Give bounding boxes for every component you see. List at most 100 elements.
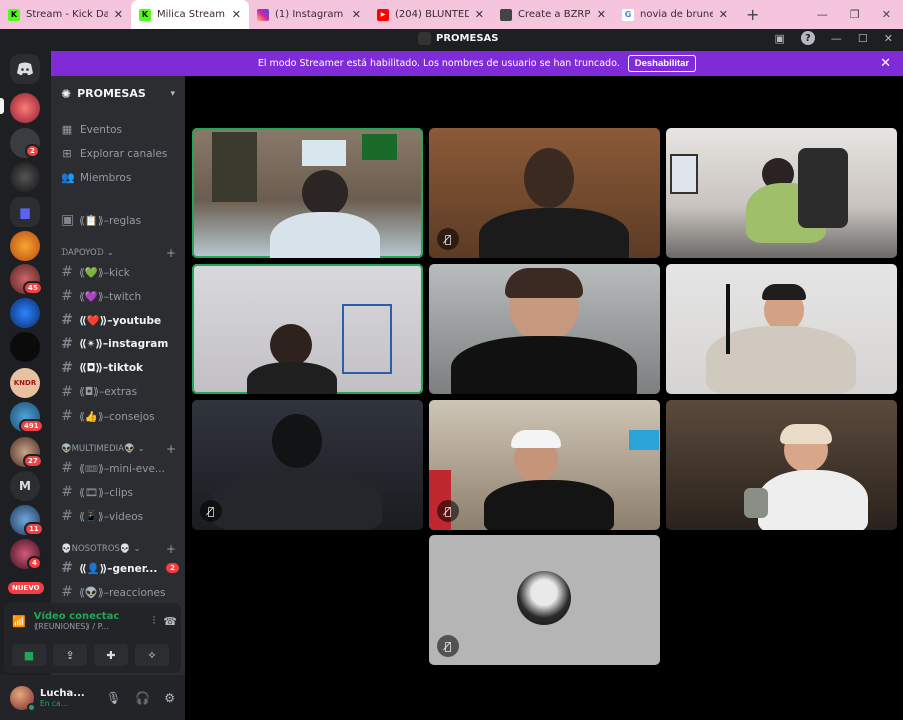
browser-tab-milica-stream[interactable]: K Milica Stream - Wa ✕ bbox=[131, 0, 249, 29]
category-apoyo[interactable]: ᗪAPOYOᗪ ⌄ + bbox=[61, 246, 176, 260]
user-panel: Lucha... En ca... 🎙 🎧 ⚙ bbox=[0, 675, 185, 720]
discord-home-button[interactable] bbox=[10, 54, 40, 84]
server-icon[interactable]: 4 bbox=[10, 539, 42, 570]
hash-icon: # bbox=[61, 312, 73, 328]
sidebar-item-members[interactable]: 👥 Miembros bbox=[61, 172, 181, 185]
server-icon[interactable]: 27 bbox=[10, 437, 43, 468]
minimize-icon[interactable]: — bbox=[817, 8, 828, 21]
inbox-icon[interactable]: ▣ bbox=[775, 32, 785, 45]
calendar-icon: ▦ bbox=[61, 123, 73, 136]
disable-streamer-button[interactable]: Deshabilitar bbox=[627, 55, 697, 72]
server-icon[interactable] bbox=[10, 162, 40, 192]
notification-badge: 2 bbox=[25, 144, 40, 158]
close-tab-icon[interactable]: ✕ bbox=[114, 8, 123, 21]
minimize-icon[interactable]: — bbox=[831, 32, 842, 45]
channel-clips[interactable]: # ⟪🎞⟫–clips bbox=[61, 484, 179, 500]
hash-icon: # bbox=[61, 560, 73, 576]
server-header[interactable]: ✺ PROMESAS ▾ bbox=[51, 76, 185, 111]
server-icon[interactable]: KNDR bbox=[10, 368, 40, 398]
activities-button[interactable]: ✚ bbox=[94, 644, 128, 666]
video-tile[interactable]: 🎙̸ bbox=[429, 128, 660, 258]
category-nosotros[interactable]: 💀NOSOTROS💀 ⌄ + bbox=[61, 542, 176, 556]
youtube-icon: ▶ bbox=[377, 8, 389, 21]
close-tab-icon[interactable]: ✕ bbox=[597, 8, 606, 21]
browser-tab-youtube[interactable]: ▶ (204) BLUNTED VA ✕ bbox=[369, 0, 492, 29]
settings-gear-icon[interactable]: ⚙ bbox=[164, 691, 175, 705]
channel-mini-eventos[interactable]: # ⟪🎟⟫–mini-eve... bbox=[61, 460, 179, 476]
server-icon[interactable] bbox=[10, 93, 40, 123]
close-icon[interactable]: ✕ bbox=[884, 32, 893, 45]
restore-icon[interactable]: ❐ bbox=[850, 8, 860, 21]
headphones-icon[interactable]: 🎧 bbox=[135, 691, 150, 705]
disconnect-icon[interactable]: ☎ bbox=[163, 615, 177, 628]
browser-tab-bzrp[interactable]: Create a BZRP Mu ✕ bbox=[492, 0, 614, 29]
close-tab-icon[interactable]: ✕ bbox=[719, 8, 728, 21]
channel-rules[interactable]: ▣ ⟪📋⟫–reglas bbox=[61, 212, 179, 228]
server-icon[interactable]: M bbox=[10, 471, 40, 501]
video-tile[interactable] bbox=[666, 128, 897, 258]
browser-tab-instagram[interactable]: (1) Instagram ✕ bbox=[249, 0, 369, 29]
server-icon[interactable]: 11 bbox=[10, 505, 44, 536]
folder-icon[interactable]: ▆ bbox=[10, 197, 40, 227]
channel-instagram[interactable]: # ⟪✴⟫–instagram bbox=[61, 336, 179, 352]
noise-suppression-icon[interactable]: ⫶ bbox=[153, 614, 156, 628]
new-tab-button[interactable]: + bbox=[736, 5, 769, 24]
channel-twitch[interactable]: # ⟪💜⟫–twitch bbox=[61, 288, 179, 304]
chevron-down-icon: ⌄ bbox=[137, 444, 145, 454]
avatar[interactable] bbox=[10, 685, 36, 712]
channel-consejos[interactable]: # ⟪👍⟫–consejos bbox=[61, 408, 179, 424]
video-tile[interactable] bbox=[192, 128, 423, 258]
camera-button[interactable]: ■ bbox=[12, 644, 46, 666]
soundboard-button[interactable]: ✧ bbox=[135, 644, 169, 666]
add-channel-icon[interactable]: + bbox=[166, 442, 176, 456]
maximize-icon[interactable]: ☐ bbox=[858, 32, 868, 45]
close-icon[interactable]: ✕ bbox=[880, 56, 891, 71]
close-tab-icon[interactable]: ✕ bbox=[475, 8, 484, 21]
video-tile[interactable] bbox=[666, 400, 897, 530]
channel-youtube[interactable]: # ⟪❤️⟫–youtube bbox=[61, 312, 179, 328]
server-icon[interactable] bbox=[10, 298, 40, 328]
add-channel-icon[interactable]: + bbox=[166, 246, 176, 260]
video-stage: 🎙̸ 🎙̸ 🎙̸ 🎙̸ bbox=[185, 76, 903, 720]
close-tab-icon[interactable]: ✕ bbox=[232, 8, 241, 21]
close-tab-icon[interactable]: ✕ bbox=[352, 8, 361, 21]
video-tile[interactable]: 🎙̸ bbox=[429, 400, 660, 530]
channel-reacciones[interactable]: # ⟪👽⟫–reacciones bbox=[61, 584, 179, 600]
sidebar-item-events[interactable]: ▦ Eventos bbox=[61, 123, 181, 137]
browser-tab-kick-dashboard[interactable]: K Stream - Kick Dashboard ✕ bbox=[0, 0, 131, 29]
muted-mic-icon: 🎙̸ bbox=[200, 500, 222, 522]
server-icon[interactable] bbox=[10, 332, 40, 362]
poster-image bbox=[212, 132, 257, 202]
close-window-icon[interactable]: ✕ bbox=[882, 8, 891, 21]
server-icon[interactable]: 45 bbox=[10, 264, 43, 295]
channel-general[interactable]: # ⟪👤⟫–gener... 2 bbox=[61, 560, 179, 576]
video-tile[interactable] bbox=[666, 264, 897, 394]
sidebar-item-browse-channels[interactable]: ⊞ Explorar canales bbox=[61, 148, 181, 161]
video-tile[interactable] bbox=[429, 264, 660, 394]
category-multimedia[interactable]: 👽MULTIMEDIA👽 ⌄ + bbox=[61, 442, 176, 456]
channel-kick[interactable]: # ⟪💚⟫–kick bbox=[61, 264, 179, 280]
help-icon[interactable]: ? bbox=[800, 31, 815, 45]
participant-avatar bbox=[517, 571, 571, 625]
channel-videos[interactable]: # ⟪📱⟫–videos bbox=[61, 508, 179, 524]
participant-cap bbox=[780, 424, 832, 444]
video-tile[interactable]: 🎙̸ bbox=[192, 400, 423, 530]
browser-tab-bar: K Stream - Kick Dashboard ✕ K Milica Str… bbox=[0, 0, 903, 29]
channel-extras[interactable]: # ⟪◘⟫–extras bbox=[61, 384, 179, 400]
server-icon[interactable]: 2 bbox=[10, 128, 40, 158]
add-channel-icon[interactable]: + bbox=[166, 542, 176, 556]
channel-tiktok[interactable]: # ⟪◘⟫–tiktok bbox=[61, 360, 179, 376]
voice-status: 📶 Vídeo conectac ⟪REUNIONES⟫ / P... ⫶ ☎ bbox=[12, 611, 177, 631]
screen-share-button[interactable]: ⇪ bbox=[53, 644, 87, 666]
video-tile-avatar[interactable]: 🎙̸ bbox=[429, 535, 660, 665]
video-tile[interactable] bbox=[192, 264, 423, 394]
hash-icon: # bbox=[61, 508, 73, 524]
microphone-icon[interactable]: 🎙 bbox=[106, 691, 121, 705]
new-badge: NUEVO bbox=[8, 582, 44, 594]
user-info[interactable]: Lucha... En ca... bbox=[40, 688, 85, 708]
server-icon[interactable] bbox=[10, 231, 40, 261]
voice-info[interactable]: Vídeo conectac ⟪REUNIONES⟫ / P... bbox=[34, 611, 120, 631]
server-icon[interactable]: 491 bbox=[10, 402, 44, 433]
browser-tab-google[interactable]: G novia de brunenge ✕ bbox=[614, 0, 736, 29]
online-status-icon bbox=[27, 702, 36, 712]
